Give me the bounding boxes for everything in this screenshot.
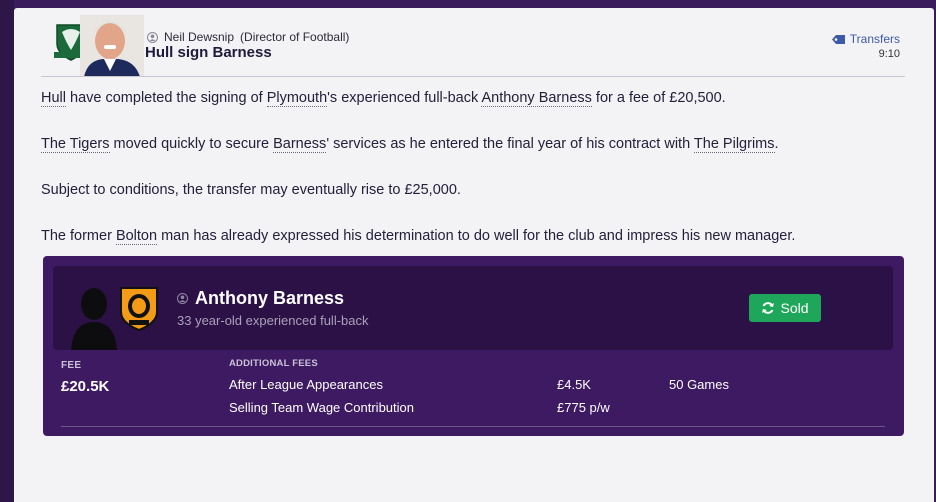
text: moved quickly to secure — [109, 136, 274, 152]
text: . — [774, 136, 779, 152]
paragraph-3: Subject to conditions, the transfer may … — [41, 182, 461, 198]
club-link-plymouth[interactable]: Plymouth — [266, 90, 328, 107]
fee-amount: £4.5K — [557, 377, 591, 392]
text: ' services as he entered the final year … — [326, 136, 694, 152]
left-sidebar-strip — [0, 0, 14, 502]
news-category-label[interactable]: Transfers — [850, 32, 900, 46]
club-link-the-pilgrims[interactable]: The Pilgrims — [693, 136, 775, 153]
player-summary: Anthony Barness 33 year-old experienced … — [53, 266, 893, 350]
sold-status-button[interactable]: Sold — [749, 294, 821, 322]
refresh-icon — [762, 302, 775, 314]
player-name[interactable]: Anthony Barness — [195, 288, 344, 309]
header-divider — [41, 76, 905, 77]
news-body: Hull have completed the signing of Plymo… — [41, 89, 911, 273]
fee-value: £20.5K — [61, 378, 110, 395]
person-icon — [147, 31, 158, 43]
player-silhouette-icon[interactable] — [69, 282, 119, 350]
person-icon — [177, 293, 188, 304]
transfer-card: Anthony Barness 33 year-old experienced … — [43, 256, 904, 436]
additional-fees-label: ADDITIONAL FEES — [229, 358, 318, 369]
card-divider — [61, 426, 885, 427]
news-time: 9:10 — [878, 48, 900, 60]
author-portrait-icon — [80, 15, 144, 77]
text: The former — [41, 228, 116, 244]
text: have completed the signing of — [65, 90, 267, 106]
player-link-barness-2[interactable]: Barness — [273, 136, 327, 153]
player-name-row: Anthony Barness — [177, 288, 344, 309]
club-link-bolton[interactable]: Bolton — [115, 228, 158, 245]
author-line: Neil Dewsnip (Director of Football) — [147, 30, 349, 44]
news-header: Neil Dewsnip (Director of Football) Hull… — [14, 8, 934, 78]
additional-fee-row: After League Appearances £4.5K 50 Games — [229, 377, 889, 395]
fee-amount: £775 p/w — [557, 400, 610, 415]
text: 's experienced full-back — [327, 90, 482, 106]
club-link-the-tigers[interactable]: The Tigers — [41, 136, 110, 153]
club-crest-icon[interactable] — [119, 286, 159, 332]
fee-condition: After League Appearances — [229, 377, 383, 392]
text: for a fee of £20,500. — [591, 90, 726, 106]
news-item-panel: Neil Dewsnip (Director of Football) Hull… — [14, 8, 934, 502]
player-link-barness[interactable]: Anthony Barness — [481, 90, 592, 107]
sold-status-label: Sold — [780, 300, 809, 316]
author-photo[interactable] — [80, 15, 144, 77]
author-name[interactable]: Neil Dewsnip — [164, 30, 234, 44]
text: man has already expressed his determinat… — [157, 228, 796, 244]
paragraph-2: The Tigers moved quickly to secure Barne… — [41, 135, 911, 181]
news-headline: Hull sign Barness — [145, 44, 272, 61]
player-description: 33 year-old experienced full-back — [177, 313, 369, 328]
paragraph-1: Hull have completed the signing of Plymo… — [41, 89, 911, 135]
additional-fee-row: Selling Team Wage Contribution £775 p/w — [229, 400, 889, 418]
tag-icon — [831, 34, 845, 44]
author-role: (Director of Football) — [240, 30, 350, 44]
fee-detail: 50 Games — [669, 377, 729, 392]
fee-condition: Selling Team Wage Contribution — [229, 400, 414, 415]
club-link-hull[interactable]: Hull — [41, 90, 66, 107]
news-category-link[interactable]: Transfers — [831, 32, 900, 46]
fee-label: FEE — [61, 360, 82, 371]
